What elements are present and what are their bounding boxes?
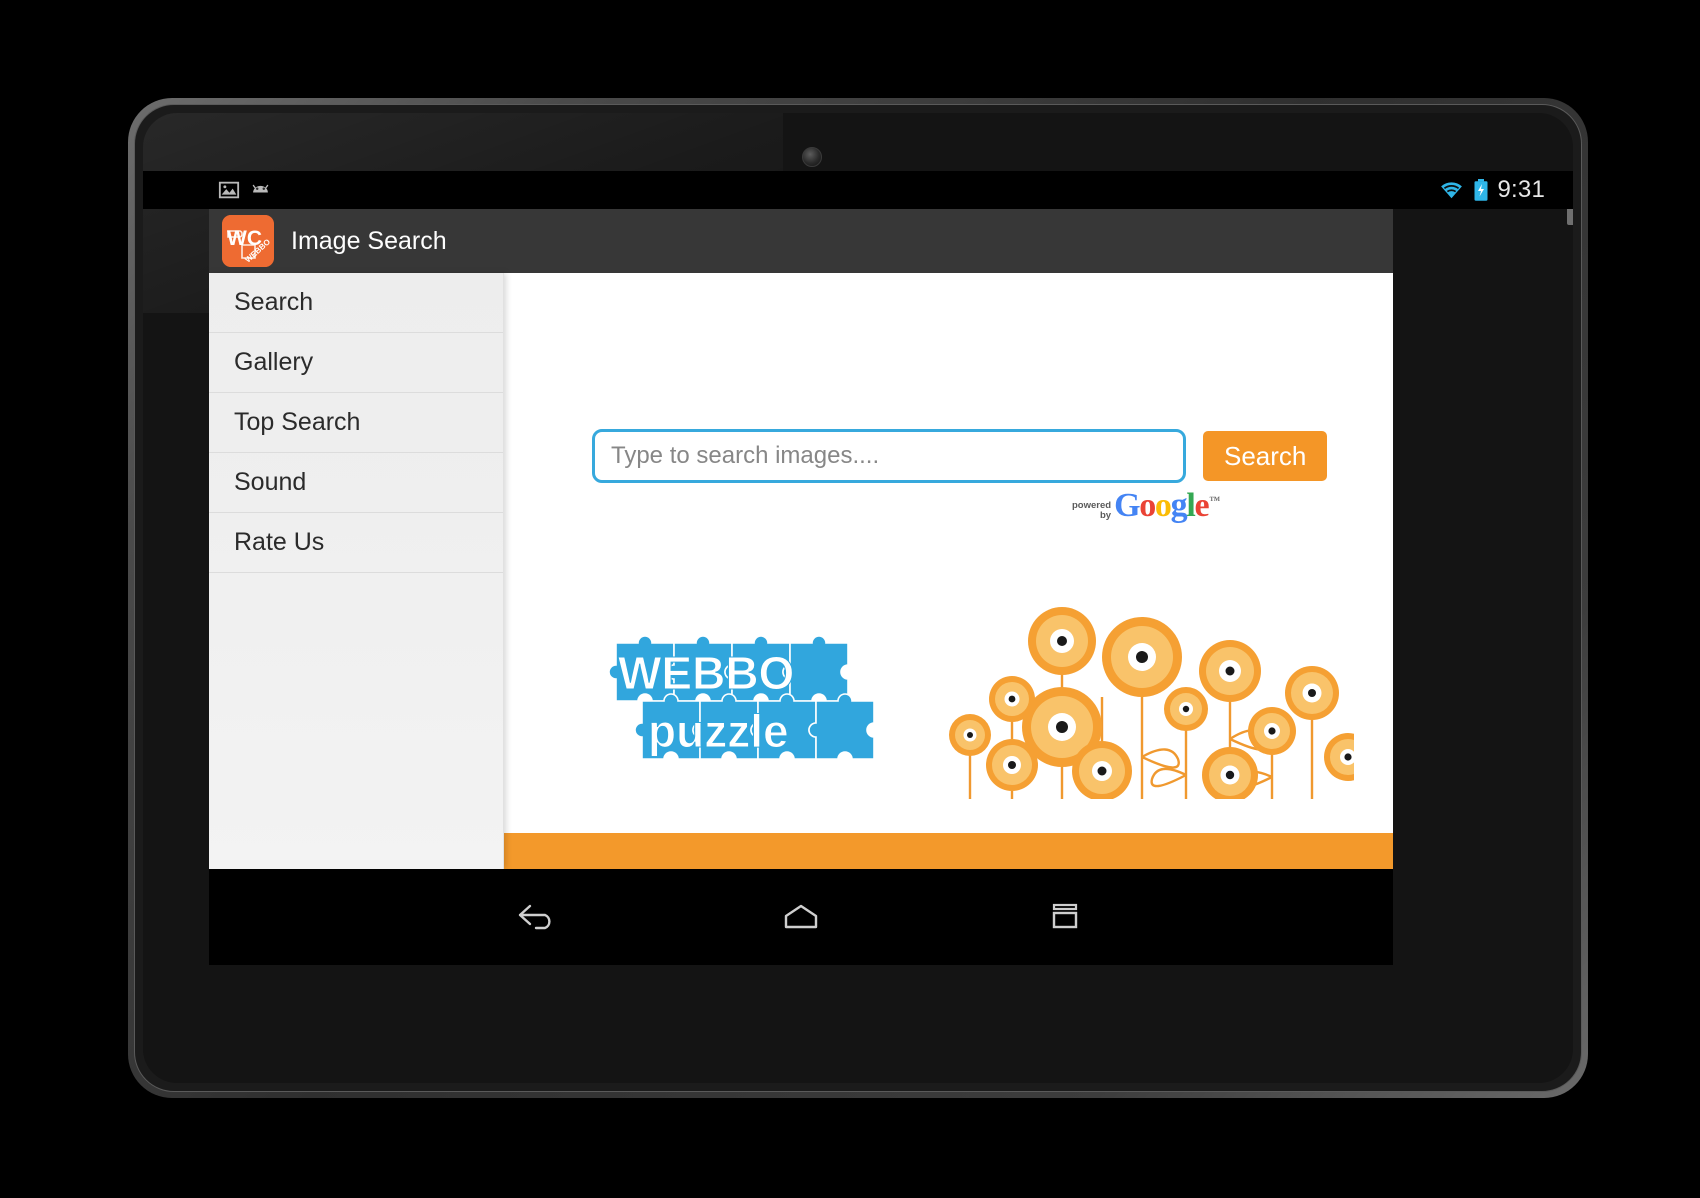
- status-system-icons: 9:31: [1438, 171, 1545, 209]
- sidebar-item-search[interactable]: Search: [209, 273, 503, 333]
- search-bar: Search: [592, 429, 1328, 483]
- sidebar-item-label: Rate Us: [234, 528, 325, 556]
- battery-charging-icon: [1474, 179, 1488, 201]
- android-notification-icon: [252, 184, 269, 193]
- tablet-device-frame: 9:31 WC WEBBO Image Search Search Galler…: [128, 98, 1588, 1098]
- search-input[interactable]: [592, 429, 1186, 483]
- sidebar-item-rate-us[interactable]: Rate Us: [209, 513, 503, 573]
- tablet-screen: 9:31 WC WEBBO Image Search Search Galler…: [143, 113, 1573, 1083]
- app-action-bar: WC WEBBO Image Search: [209, 209, 1393, 273]
- webbo-puzzle-app-icon[interactable]: WC WEBBO: [222, 215, 274, 267]
- powered-by-google-logo: powered by Google™: [1072, 487, 1220, 525]
- google-letter-o1: o: [1139, 487, 1156, 524]
- recents-button[interactable]: [1028, 890, 1102, 944]
- status-notifications: [218, 179, 272, 201]
- sidebar-item-label: Sound: [234, 468, 307, 496]
- orange-flowers-illustration: [934, 589, 1372, 804]
- sidebar-item-label: Top Search: [234, 408, 361, 436]
- search-button[interactable]: Search: [1203, 431, 1328, 481]
- powered-by-text: powered by: [1072, 501, 1111, 521]
- webbo-puzzle-wordmark: WEBBO puzzle: [604, 621, 894, 766]
- sidebar-item-gallery[interactable]: Gallery: [209, 333, 503, 393]
- image-notification-icon: [218, 181, 240, 199]
- app-window: WC WEBBO Image Search Search Gallery Top…: [209, 209, 1393, 869]
- back-button[interactable]: [500, 890, 574, 944]
- home-button[interactable]: [764, 890, 838, 944]
- front-camera-icon: [802, 147, 822, 167]
- google-wordmark: Google™: [1114, 487, 1220, 525]
- android-status-bar: 9:31: [143, 171, 1573, 209]
- by-label: by: [1099, 510, 1112, 521]
- sidebar-item-label: Gallery: [234, 348, 314, 376]
- bottom-banner: [504, 833, 1393, 869]
- tablet-bezel: 9:31 WC WEBBO Image Search Search Galler…: [134, 104, 1582, 1092]
- android-navigation-bar: [209, 869, 1393, 965]
- status-clock: 9:31: [1497, 176, 1545, 203]
- page-title: Image Search: [291, 226, 447, 255]
- app-content-area: Search Gallery Top Search Sound Rate Us: [209, 273, 1393, 869]
- google-letter-o2: o: [1154, 487, 1172, 524]
- wifi-icon: [1441, 182, 1463, 199]
- sidebar-item-top-search[interactable]: Top Search: [209, 393, 503, 453]
- main-content: Search powered by Google™: [504, 273, 1393, 869]
- google-letter-g2: g: [1170, 487, 1188, 524]
- svg-text:puzzle: puzzle: [648, 705, 789, 757]
- google-letter-g1: G: [1114, 487, 1140, 524]
- google-letter-e: e: [1194, 487, 1209, 524]
- navigation-drawer: Search Gallery Top Search Sound Rate Us: [209, 273, 504, 869]
- google-trademark: ™: [1209, 494, 1220, 507]
- sidebar-item-label: Search: [234, 288, 314, 316]
- sidebar-item-sound[interactable]: Sound: [209, 453, 503, 513]
- svg-text:WEBBO: WEBBO: [618, 647, 794, 699]
